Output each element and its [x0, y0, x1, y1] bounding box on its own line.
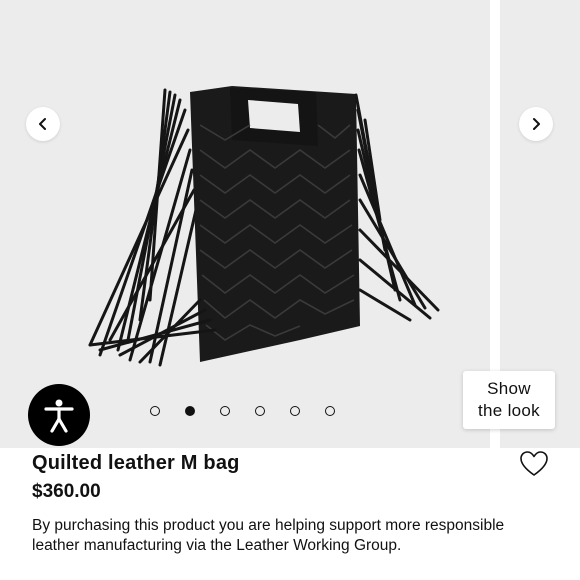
- favorite-button[interactable]: [518, 448, 550, 480]
- pagination-dot[interactable]: [185, 406, 195, 416]
- gallery-pagination-dots: [150, 406, 335, 416]
- accessibility-person-icon: [44, 399, 74, 433]
- product-title: Quilted leather M bag: [32, 452, 240, 474]
- previous-image-button[interactable]: [26, 107, 60, 141]
- gallery-slide-current[interactable]: [0, 0, 490, 448]
- next-image-button[interactable]: [519, 107, 553, 141]
- pagination-dot[interactable]: [325, 406, 335, 416]
- product-price: $360.00: [32, 481, 101, 502]
- accessibility-button[interactable]: [28, 384, 90, 446]
- show-the-look-button[interactable]: Show the look: [463, 371, 555, 429]
- product-description: By purchasing this product you are helpi…: [32, 517, 505, 554]
- pagination-dot[interactable]: [150, 406, 160, 416]
- pagination-dot[interactable]: [255, 406, 265, 416]
- chevron-left-icon: [39, 118, 46, 130]
- pagination-dot[interactable]: [220, 406, 230, 416]
- pagination-dot[interactable]: [290, 406, 300, 416]
- chevron-right-icon: [533, 118, 540, 130]
- product-image: [88, 86, 440, 367]
- heart-outline-icon: [520, 451, 548, 476]
- product-image-gallery[interactable]: Show the look: [0, 0, 580, 448]
